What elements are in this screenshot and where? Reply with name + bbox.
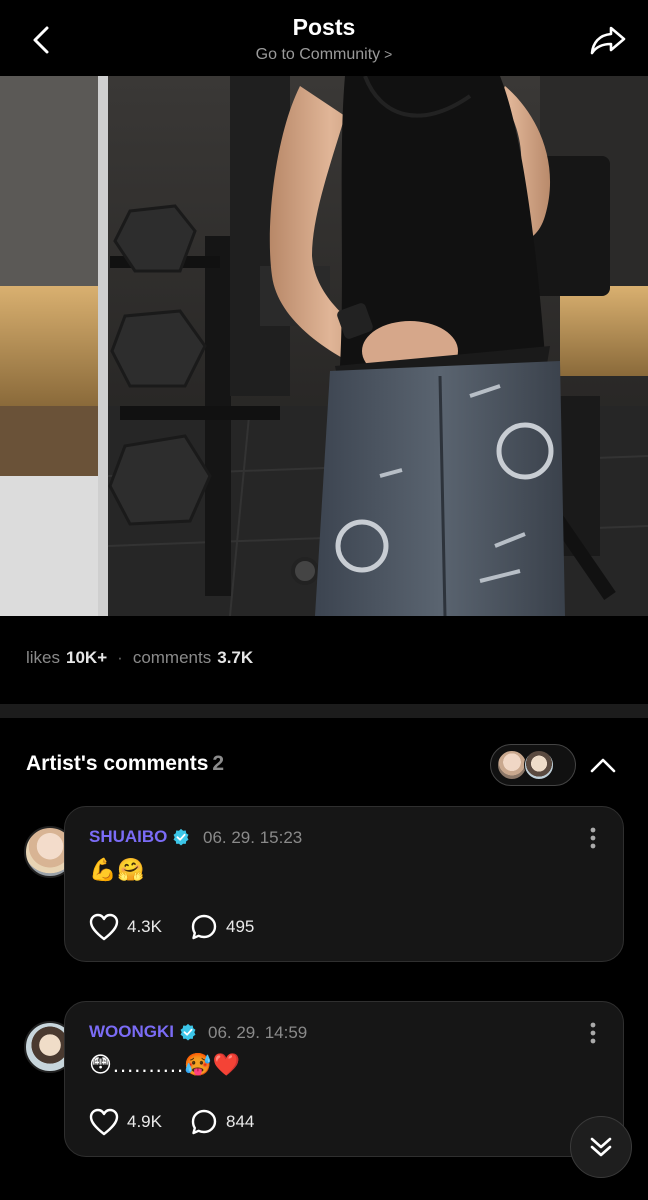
- comment-timestamp: 06. 29. 14:59: [208, 1023, 308, 1042]
- artist-name-text: SHUAIBO: [89, 827, 168, 846]
- section-divider: [0, 704, 648, 718]
- artist-comments-count: 2: [212, 752, 225, 775]
- more-button[interactable]: [583, 1020, 603, 1046]
- like-count: 4.3K: [127, 917, 162, 936]
- top-bar: Posts Go to Community >: [0, 0, 648, 76]
- comment-text: 💪🤗: [89, 857, 146, 882]
- chat-bubble-icon: [191, 914, 217, 940]
- comments-count[interactable]: 3.7K: [217, 648, 253, 668]
- double-chevron-down-icon: [590, 1137, 612, 1157]
- likes-count: 10K+: [66, 648, 108, 667]
- likes-label: likes: [26, 648, 61, 667]
- scroll-down-button[interactable]: [570, 1116, 632, 1178]
- more-vertical-icon: [590, 1022, 596, 1044]
- reply-button[interactable]: 844: [190, 1108, 254, 1136]
- heart-outline-icon: [89, 913, 119, 941]
- comment-card: WOONGKI 06. 29. 14:59 😳..........🥵❤️ 4.9…: [64, 1001, 624, 1157]
- artist-avatar-stack[interactable]: [490, 744, 576, 786]
- artist-name[interactable]: WOONGKI: [89, 1022, 197, 1042]
- more-vertical-icon: [590, 827, 596, 849]
- artist-comments-label: Artist's comments: [26, 752, 209, 775]
- reply-count: 495: [225, 917, 255, 936]
- avatar: [497, 750, 527, 780]
- stats-separator: ·: [117, 648, 123, 667]
- chat-bubble-icon: [191, 1109, 217, 1135]
- like-button[interactable]: 4.9K: [89, 1108, 162, 1136]
- avatar: [524, 750, 554, 780]
- heart-outline-icon: [89, 1108, 119, 1136]
- reply-button[interactable]: 495: [190, 913, 254, 941]
- share-button[interactable]: [586, 20, 630, 60]
- verified-badge-icon: [173, 828, 189, 846]
- more-button[interactable]: [583, 825, 603, 851]
- post-stats: likes 10K+ · comments 3.7K: [26, 648, 253, 668]
- comment-actions: 4.3K 495: [89, 913, 254, 941]
- collapse-button[interactable]: [586, 748, 620, 782]
- share-arrow-icon: [590, 26, 626, 55]
- verified-badge-icon: [180, 1023, 196, 1041]
- reply-count: 844: [225, 1112, 255, 1131]
- post-photo[interactable]: [0, 76, 648, 616]
- comment-actions: 4.9K 844: [89, 1108, 254, 1136]
- go-to-community-label: Go to Community: [255, 46, 381, 63]
- artist-name-text: WOONGKI: [89, 1022, 174, 1041]
- comment-timestamp: 06. 29. 15:23: [203, 828, 303, 847]
- comment-card: SHUAIBO 06. 29. 15:23 💪🤗 4.3K 495: [64, 806, 624, 962]
- like-button[interactable]: 4.3K: [89, 913, 162, 941]
- page-title: Posts: [292, 14, 356, 40]
- chevron-up-icon: [590, 758, 616, 773]
- gym-photo-image: [0, 76, 648, 616]
- like-count: 4.9K: [127, 1112, 162, 1131]
- artist-comments-title: Artist's comments 2: [26, 752, 224, 776]
- comments-label[interactable]: comments: [133, 648, 211, 668]
- comment-text: 😳..........🥵❤️: [89, 1052, 241, 1077]
- go-to-community-link[interactable]: Go to Community >: [0, 46, 648, 64]
- artist-name[interactable]: SHUAIBO: [89, 827, 190, 847]
- chevron-right-icon: >: [384, 46, 393, 62]
